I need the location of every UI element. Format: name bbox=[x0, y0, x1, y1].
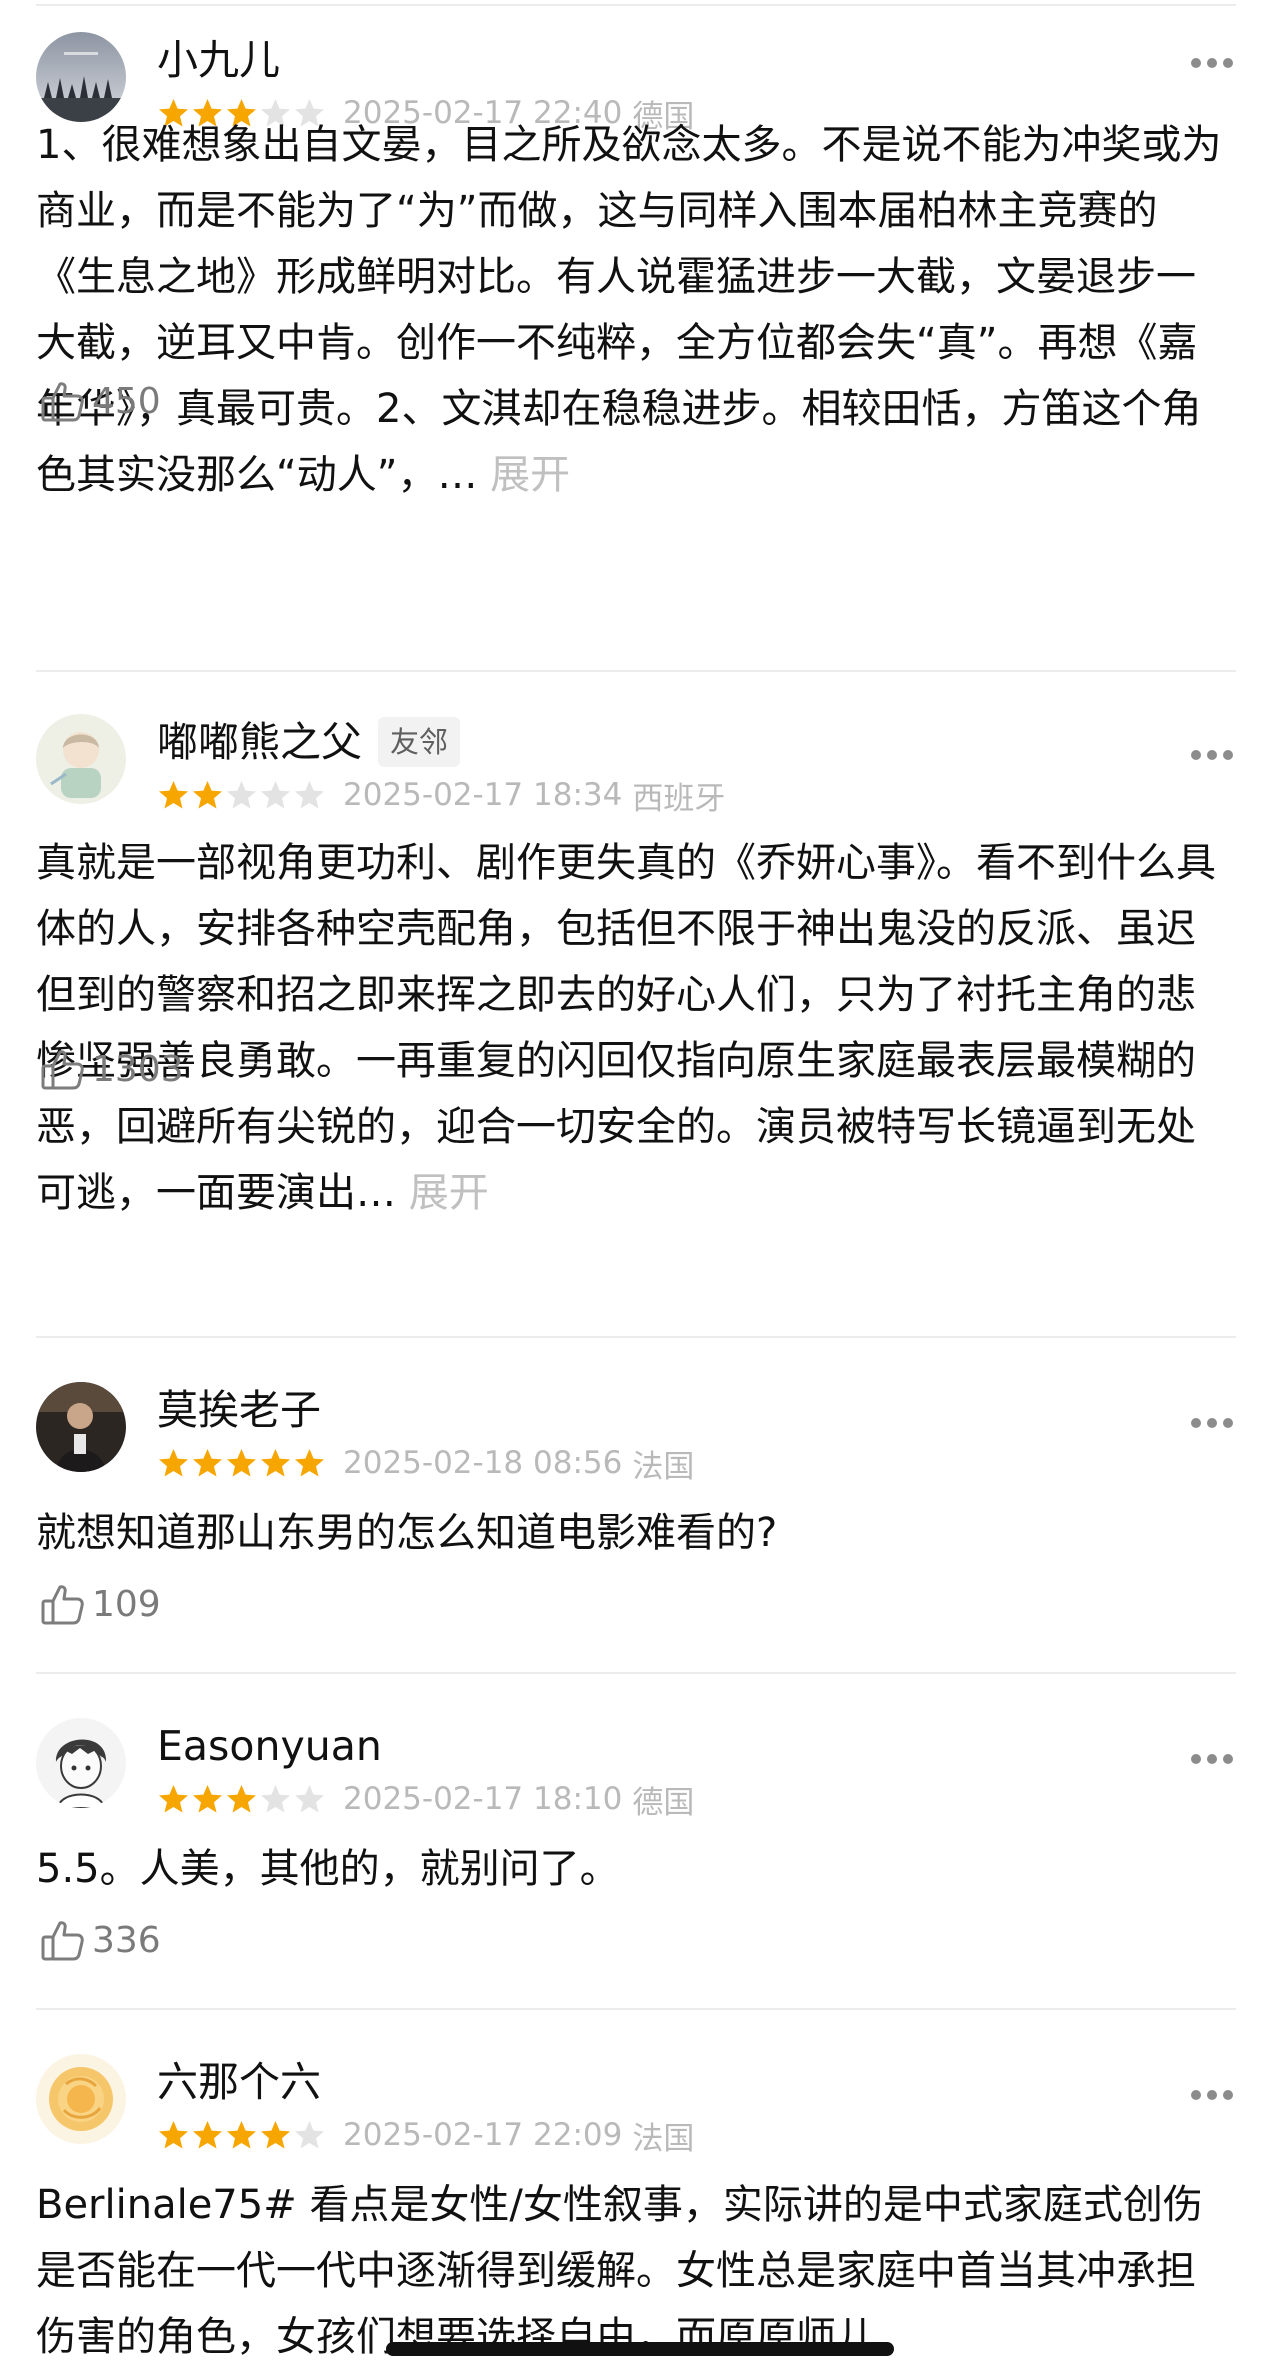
star-icon bbox=[159, 1784, 188, 1812]
more-dots-icon[interactable] bbox=[1190, 56, 1234, 70]
expand-link[interactable]: 展开 bbox=[409, 1170, 489, 1216]
thumbs-up-icon bbox=[41, 382, 84, 422]
username-text: 六那个六 bbox=[157, 2058, 321, 2106]
thumbs-up-icon bbox=[41, 1585, 84, 1625]
comment-time: 2025-02-17 22:09 bbox=[343, 2117, 623, 2153]
comment-body: 1、很难想象出自文晏，目之所及欲念太多。不是说不能为冲奖或为商业，而是不能为了“… bbox=[36, 122, 1222, 498]
like-count: 1303 bbox=[92, 1048, 184, 1090]
comment-location: 法国 bbox=[632, 1448, 695, 1485]
meta-row: 2025-02-17 22:09 法国 bbox=[157, 2116, 694, 2157]
friend-badge: 友邻 bbox=[378, 717, 461, 767]
meta-row: 2025-02-18 08:56 法国 bbox=[157, 1444, 694, 1485]
star-rating bbox=[157, 1447, 327, 1480]
star-icon bbox=[261, 1448, 290, 1476]
star-icon bbox=[227, 1448, 256, 1476]
divider bbox=[36, 2008, 1236, 2010]
expand-link[interactable]: 展开 bbox=[490, 452, 570, 498]
avatar[interactable] bbox=[36, 32, 126, 122]
comment-text: 1、很难想象出自文晏，目之所及欲念太多。不是说不能为冲奖或为商业，而是不能为了“… bbox=[36, 112, 1232, 508]
avatar[interactable] bbox=[36, 2054, 126, 2144]
top-divider bbox=[36, 4, 1236, 6]
comment-time: 2025-02-18 08:56 bbox=[343, 1445, 623, 1481]
star-icon bbox=[193, 780, 222, 808]
comment-location: 西班牙 bbox=[632, 780, 726, 817]
like-count: 450 bbox=[92, 380, 161, 422]
comment-time: 2025-02-17 18:34 bbox=[343, 777, 623, 813]
star-icon bbox=[193, 1784, 222, 1812]
like-button[interactable]: 336 bbox=[40, 1915, 161, 1965]
meta-row: 2025-02-17 18:34 西班牙 bbox=[157, 776, 725, 817]
star-icon bbox=[295, 1784, 324, 1812]
star-icon bbox=[227, 2120, 256, 2148]
avatar[interactable] bbox=[36, 1382, 126, 1472]
comment-location: 法国 bbox=[632, 2120, 695, 2157]
like-button[interactable]: 1303 bbox=[40, 1044, 184, 1094]
more-dots-icon[interactable] bbox=[1190, 2088, 1234, 2102]
star-icon bbox=[159, 780, 188, 808]
like-count: 336 bbox=[92, 1919, 161, 1961]
username-text: 小九儿 bbox=[157, 36, 280, 84]
username[interactable]: 六那个六 bbox=[157, 2054, 321, 2110]
like-count: 109 bbox=[92, 1583, 161, 1625]
comment-body: 真就是一部视角更功利、剧作更失真的《乔妍心事》。看不到什么具体的人，安排各种空壳… bbox=[36, 840, 1216, 1216]
more-dots-icon[interactable] bbox=[1190, 1752, 1234, 1766]
divider bbox=[36, 1672, 1236, 1674]
comment-text: Berlinale75# 看点是女性/女性叙事，实际讲的是中式家庭式创伤是否能在… bbox=[36, 2172, 1232, 2370]
comment-time: 2025-02-17 18:10 bbox=[343, 1781, 623, 1817]
username[interactable]: 莫挨老子 bbox=[157, 1382, 321, 1438]
star-icon bbox=[261, 1784, 290, 1812]
more-dots-icon[interactable] bbox=[1190, 748, 1234, 762]
username-text: 莫挨老子 bbox=[157, 1386, 321, 1434]
avatar[interactable] bbox=[36, 1718, 126, 1808]
thumbs-up-icon bbox=[41, 1050, 84, 1090]
star-icon bbox=[227, 1784, 256, 1812]
username[interactable]: Easonyuan bbox=[157, 1718, 382, 1774]
avatar[interactable] bbox=[36, 714, 126, 804]
star-icon bbox=[159, 2120, 188, 2148]
star-icon bbox=[159, 1448, 188, 1476]
home-indicator[interactable] bbox=[386, 2342, 894, 2356]
divider bbox=[36, 1336, 1236, 1338]
star-icon bbox=[193, 2120, 222, 2148]
star-rating bbox=[157, 1783, 327, 1816]
comment-body: 5.5。人美，其他的，就别问了。 bbox=[36, 1846, 620, 1892]
username[interactable]: 小九儿 bbox=[157, 32, 280, 88]
comment-text: 就想知道那山东男的怎么知道电影难看的? bbox=[36, 1500, 1232, 1566]
star-icon bbox=[261, 2120, 290, 2148]
comment-location: 德国 bbox=[632, 1784, 695, 1821]
like-button[interactable]: 450 bbox=[40, 376, 161, 426]
star-rating bbox=[157, 779, 327, 812]
username-text: Easonyuan bbox=[157, 1722, 382, 1770]
star-icon bbox=[295, 780, 324, 808]
star-rating bbox=[157, 2119, 327, 2152]
meta-row: 2025-02-17 18:10 德国 bbox=[157, 1780, 694, 1821]
star-icon bbox=[295, 1448, 324, 1476]
comment-text: 真就是一部视角更功利、剧作更失真的《乔妍心事》。看不到什么具体的人，安排各种空壳… bbox=[36, 830, 1232, 1226]
star-icon bbox=[295, 2120, 324, 2148]
star-icon bbox=[227, 780, 256, 808]
username[interactable]: 嘟嘟熊之父 友邻 bbox=[157, 714, 461, 770]
comment-body: 就想知道那山东男的怎么知道电影难看的? bbox=[36, 1510, 778, 1556]
more-dots-icon[interactable] bbox=[1190, 1416, 1234, 1430]
username-text: 嘟嘟熊之父 bbox=[157, 718, 362, 766]
thumbs-up-icon bbox=[41, 1921, 84, 1961]
divider bbox=[36, 670, 1236, 672]
like-button[interactable]: 109 bbox=[40, 1579, 161, 1629]
comment-text: 5.5。人美，其他的，就别问了。 bbox=[36, 1836, 1232, 1902]
star-icon bbox=[193, 1448, 222, 1476]
comment-body: Berlinale75# 看点是女性/女性叙事，实际讲的是中式家庭式创伤是否能在… bbox=[36, 2182, 1203, 2360]
star-icon bbox=[261, 780, 290, 808]
